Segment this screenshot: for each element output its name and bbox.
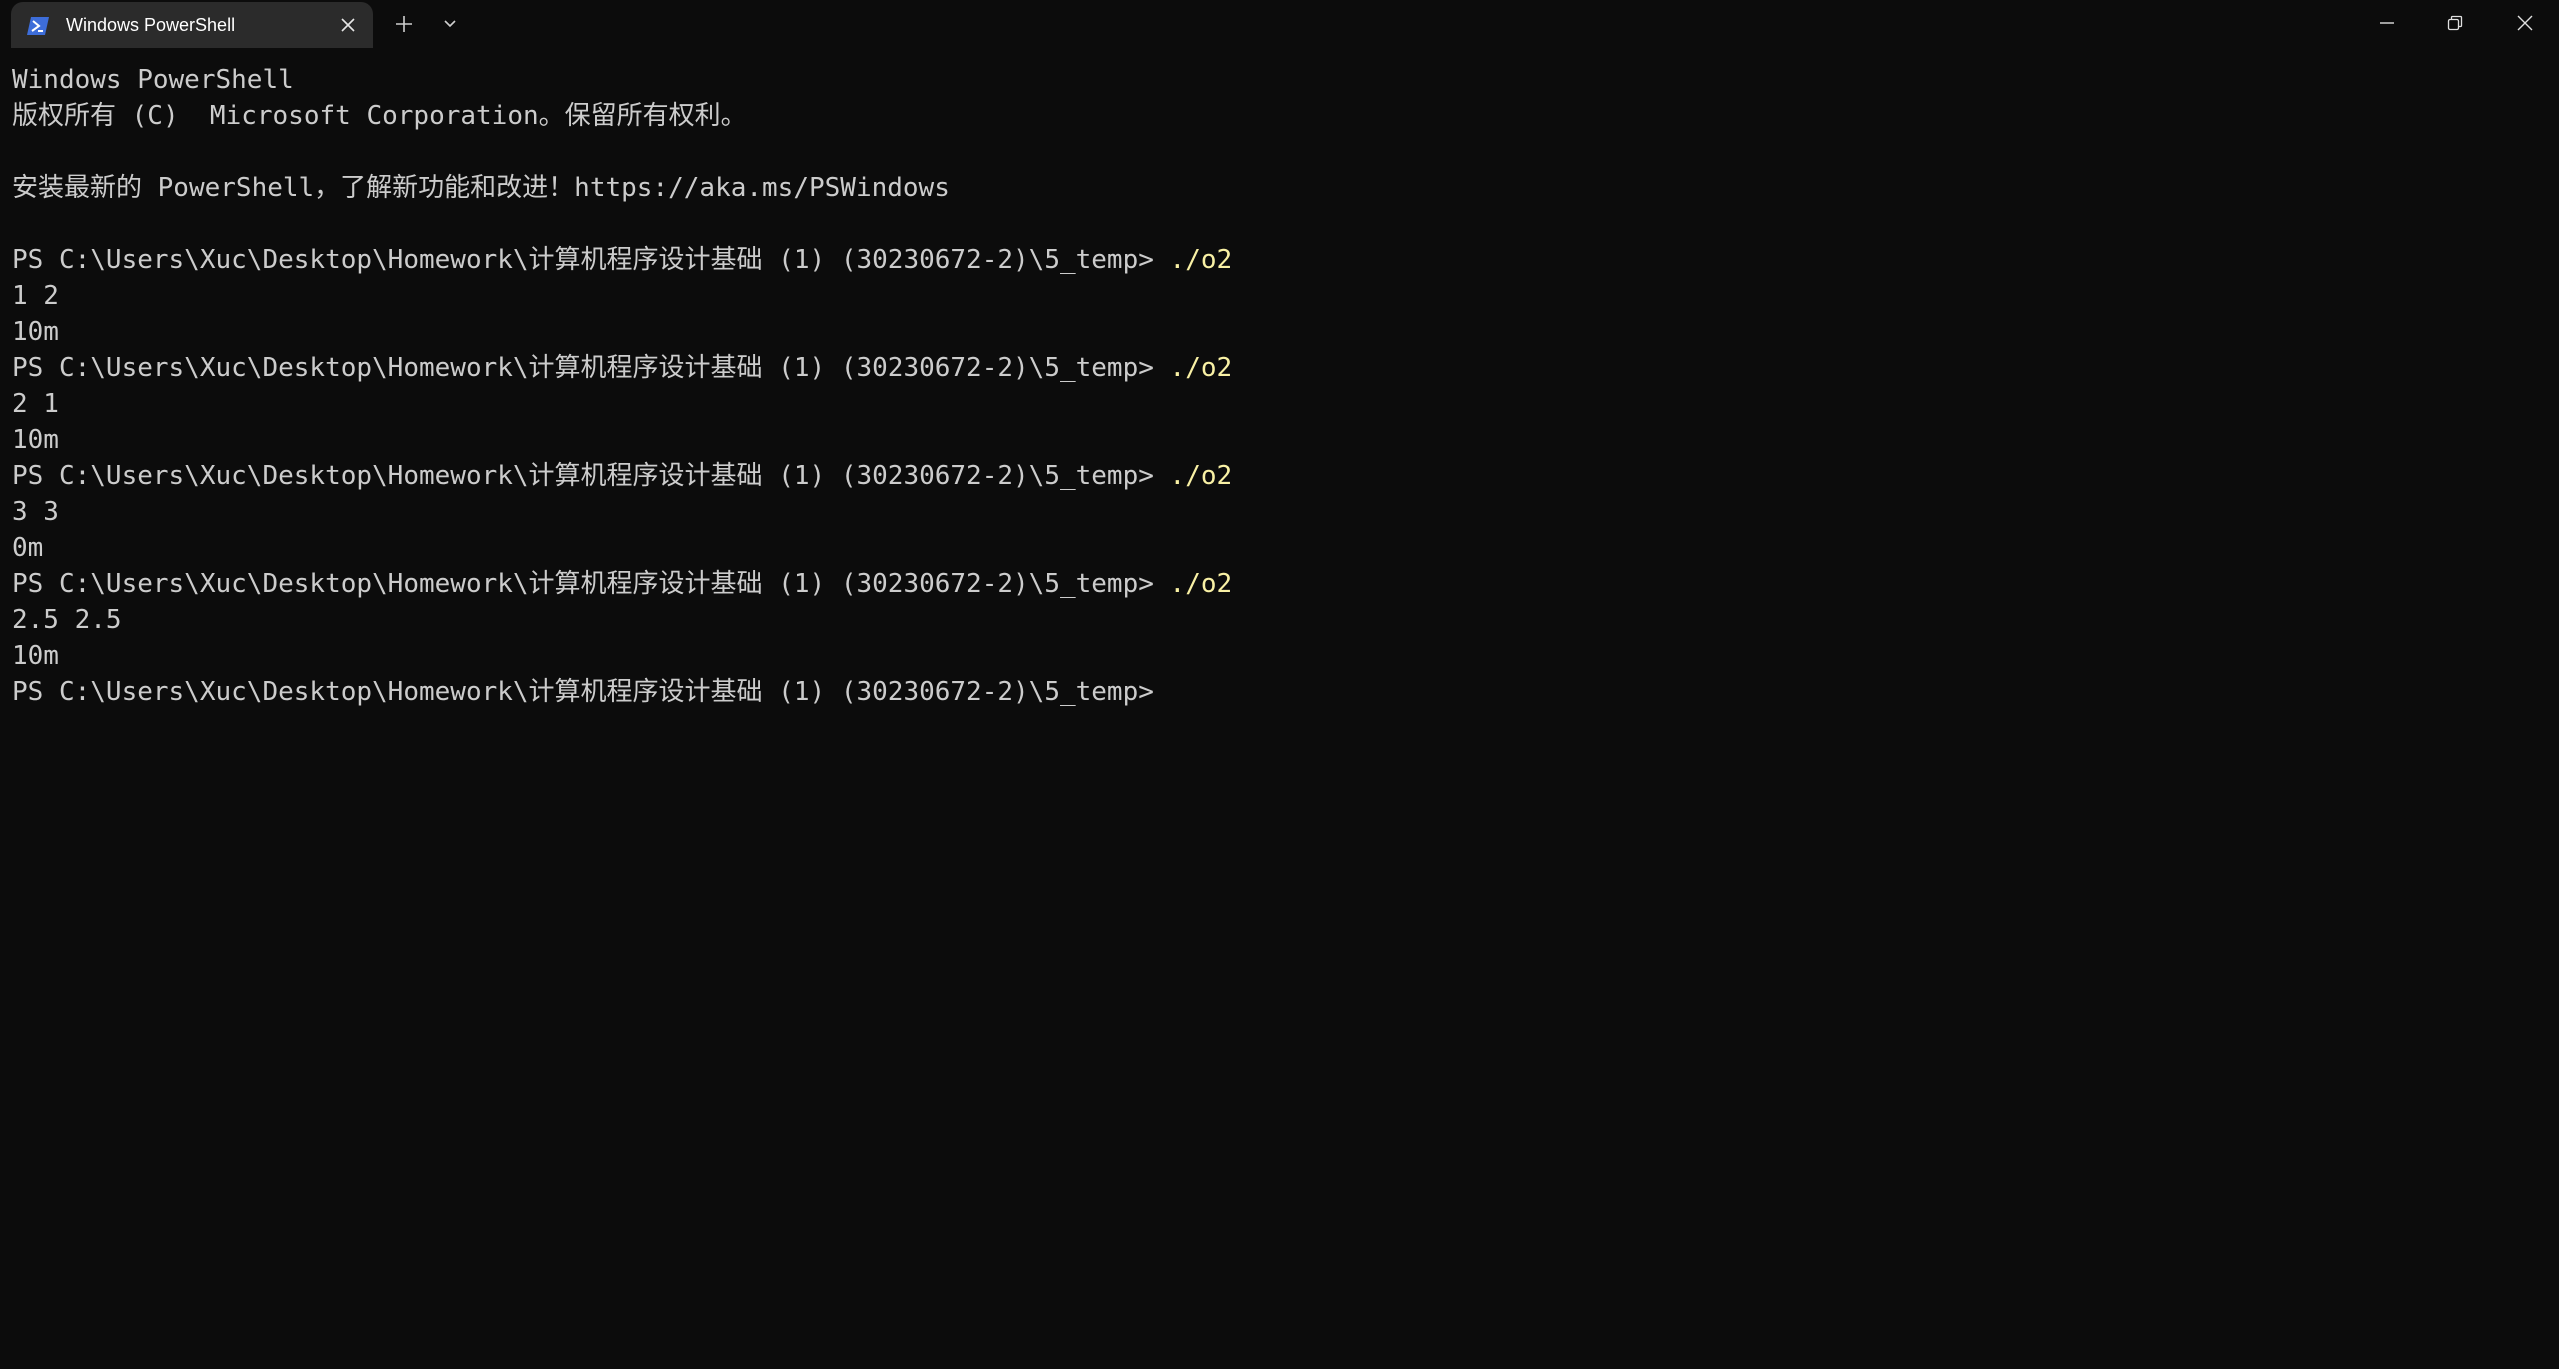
prompt-line: PS C:\Users\Xuc\Desktop\Homework\计算机程序设计… [12, 566, 2542, 602]
close-window-button[interactable] [2491, 0, 2559, 46]
tab-dropdown-button[interactable] [436, 10, 464, 38]
tab-title: Windows PowerShell [66, 15, 236, 35]
minimize-button[interactable] [2353, 0, 2421, 46]
output-line: 3 3 [12, 497, 59, 527]
prompt-text: PS C:\Users\Xuc\Desktop\Homework\计算机程序设计… [12, 461, 1170, 491]
plus-icon [396, 16, 412, 32]
terminal-output[interactable]: Windows PowerShell 版权所有 (C) Microsoft Co… [12, 62, 2542, 1352]
title-bar[interactable]: Windows PowerShell [0, 0, 2559, 48]
chevron-down-icon [444, 20, 456, 28]
terminal-line: 安装最新的 PowerShell，了解新功能和改进！https://aka.ms… [12, 173, 950, 203]
terminal-line: 版权所有 (C) Microsoft Corporation。保留所有权利。 [12, 101, 747, 131]
terminal-window: Windows PowerShell Windows PowerShell 版权… [0, 0, 2559, 1369]
prompt-text: PS C:\Users\Xuc\Desktop\Homework\计算机程序设计… [12, 677, 1154, 707]
output-line: 10m [12, 641, 59, 671]
new-tab-button[interactable] [390, 10, 418, 38]
restore-icon [2447, 15, 2463, 31]
prompt-text: PS C:\Users\Xuc\Desktop\Homework\计算机程序设计… [12, 569, 1170, 599]
current-prompt-line[interactable]: PS C:\Users\Xuc\Desktop\Homework\计算机程序设计… [12, 674, 2542, 710]
close-icon [2517, 15, 2533, 31]
output-line: 0m [12, 533, 44, 563]
command-text: ./o2 [1169, 245, 1233, 275]
prompt-line: PS C:\Users\Xuc\Desktop\Homework\计算机程序设计… [12, 350, 2542, 386]
minimize-icon [2380, 22, 2394, 24]
terminal-line: Windows PowerShell [12, 65, 294, 95]
prompt-line: PS C:\Users\Xuc\Desktop\Homework\计算机程序设计… [12, 242, 2542, 278]
close-tab-icon[interactable] [336, 13, 360, 37]
output-line: 10m [12, 317, 59, 347]
command-text: ./o2 [1169, 461, 1233, 491]
text-cursor [1154, 696, 1168, 700]
tab-windows-powershell[interactable]: Windows PowerShell [11, 2, 373, 48]
powershell-icon [27, 17, 49, 35]
output-line: 10m [12, 425, 59, 455]
prompt-line: PS C:\Users\Xuc\Desktop\Homework\计算机程序设计… [12, 458, 2542, 494]
command-text: ./o2 [1169, 569, 1233, 599]
restore-button[interactable] [2421, 0, 2489, 46]
output-line: 2 1 [12, 389, 59, 419]
prompt-text: PS C:\Users\Xuc\Desktop\Homework\计算机程序设计… [12, 245, 1170, 275]
output-line: 2.5 2.5 [12, 605, 122, 635]
prompt-text: PS C:\Users\Xuc\Desktop\Homework\计算机程序设计… [12, 353, 1170, 383]
command-text: ./o2 [1169, 353, 1233, 383]
output-line: 1 2 [12, 281, 59, 311]
